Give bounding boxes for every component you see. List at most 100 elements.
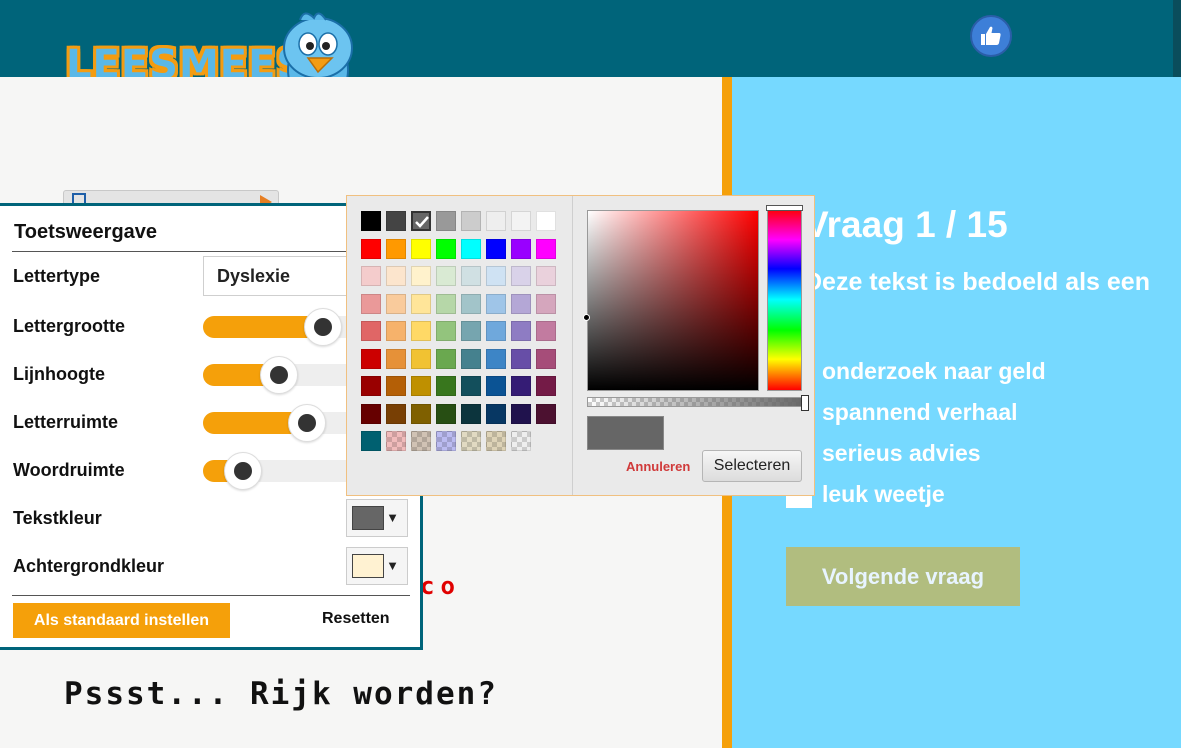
hue-slider[interactable] — [766, 205, 803, 391]
palette-swatch[interactable] — [361, 238, 381, 259]
answer-option[interactable]: onderzoek naar geld — [786, 358, 1046, 385]
palette-swatch[interactable] — [386, 403, 406, 424]
question-title: Vraag 1 / 15 — [804, 204, 1008, 245]
palette-swatch[interactable] — [486, 403, 506, 424]
palette-swatch[interactable] — [461, 348, 481, 369]
palette-swatch[interactable] — [536, 403, 556, 424]
next-question-button[interactable]: Volgende vraag — [786, 547, 1020, 606]
palette-swatch[interactable] — [461, 211, 481, 231]
palette-swatch[interactable] — [461, 266, 481, 286]
slider-knob[interactable] — [288, 404, 326, 442]
palette-swatch[interactable] — [361, 348, 381, 369]
reset-button[interactable]: Resetten — [322, 610, 390, 628]
palette-swatch[interactable] — [511, 266, 531, 286]
palette-swatch[interactable] — [361, 431, 381, 451]
palette-swatch[interactable] — [361, 376, 381, 396]
palette-swatch[interactable] — [436, 266, 456, 286]
select-button[interactable]: Selecteren — [702, 450, 802, 482]
palette-swatch[interactable] — [511, 348, 531, 369]
palette-swatch[interactable] — [511, 238, 531, 259]
palette-swatch[interactable] — [461, 431, 481, 451]
palette-swatch[interactable] — [436, 348, 456, 369]
palette-swatch[interactable] — [511, 431, 531, 451]
palette-swatch[interactable] — [411, 376, 431, 396]
slider-knob[interactable] — [224, 452, 262, 490]
answer-option[interactable]: serieus advies — [786, 440, 981, 467]
palette-swatch[interactable] — [411, 238, 431, 259]
palette-swatch[interactable] — [436, 321, 456, 341]
palette-swatch[interactable] — [486, 321, 506, 341]
palette-swatch[interactable] — [536, 321, 556, 341]
palette-swatch[interactable] — [536, 266, 556, 286]
palette-swatch[interactable] — [536, 293, 556, 314]
palette-swatch[interactable] — [461, 293, 481, 314]
palette-swatch[interactable] — [411, 348, 431, 369]
palette-swatch[interactable] — [386, 321, 406, 341]
palette-swatch[interactable] — [436, 211, 456, 231]
palette-swatch[interactable] — [361, 321, 381, 341]
palette-swatch[interactable] — [411, 293, 431, 314]
answer-option[interactable]: spannend verhaal — [786, 399, 1018, 426]
palette-swatch[interactable] — [386, 431, 406, 451]
palette-swatch[interactable] — [386, 376, 406, 396]
palette-swatch[interactable] — [511, 321, 531, 341]
question-text: Deze tekst is bedoeld als een — [804, 268, 1150, 296]
bg-color-picker-button[interactable]: ▼ — [346, 547, 408, 585]
alpha-handle[interactable] — [801, 395, 809, 411]
palette-swatch[interactable] — [386, 293, 406, 314]
top-bar-edge — [1173, 0, 1181, 77]
cancel-link[interactable]: Annuleren — [626, 459, 690, 474]
palette-swatch[interactable] — [461, 321, 481, 341]
palette-swatch[interactable] — [436, 403, 456, 424]
palette-swatch[interactable] — [486, 266, 506, 286]
palette-swatch[interactable] — [486, 293, 506, 314]
slider-knob[interactable] — [260, 356, 298, 394]
saturation-value-area[interactable] — [583, 210, 759, 391]
palette-swatch[interactable] — [536, 348, 556, 369]
palette-swatch[interactable] — [511, 293, 531, 314]
palette-swatch[interactable] — [461, 238, 481, 259]
palette-swatch[interactable] — [461, 403, 481, 424]
picker-separator — [572, 196, 573, 495]
palette-swatch[interactable] — [511, 376, 531, 396]
palette-swatch[interactable] — [411, 266, 431, 286]
slider-knob[interactable] — [304, 308, 342, 346]
palette-swatch[interactable] — [436, 293, 456, 314]
dropdown-arrow-icon: ▼ — [386, 510, 399, 525]
palette-swatch[interactable] — [386, 211, 406, 231]
palette-swatch[interactable] — [386, 238, 406, 259]
palette-swatch[interactable] — [461, 376, 481, 396]
text-color-picker-button[interactable]: ▼ — [346, 499, 408, 537]
set-default-button[interactable]: Als standaard instellen — [13, 603, 230, 638]
alpha-slider[interactable] — [587, 395, 809, 411]
bg-color-label: Achtergrondkleur — [13, 556, 165, 576]
palette-swatch[interactable] — [411, 321, 431, 341]
palette-swatch[interactable] — [511, 403, 531, 424]
palette-swatch[interactable] — [536, 211, 556, 231]
palette-swatch[interactable] — [386, 348, 406, 369]
palette-swatch[interactable] — [361, 293, 381, 314]
palette-swatch[interactable] — [511, 211, 531, 231]
palette-swatch[interactable] — [386, 266, 406, 286]
like-button[interactable] — [970, 15, 1012, 57]
palette-swatch[interactable] — [361, 211, 381, 231]
palette-swatch[interactable] — [411, 211, 431, 231]
palette-swatch[interactable] — [361, 403, 381, 424]
palette-swatch[interactable] — [411, 403, 431, 424]
palette-swatch[interactable] — [486, 211, 506, 231]
palette-swatch[interactable] — [436, 431, 456, 451]
palette-swatch[interactable] — [361, 266, 381, 286]
palette-swatch[interactable] — [486, 376, 506, 396]
palette-swatch[interactable] — [436, 376, 456, 396]
color-cursor[interactable] — [583, 314, 590, 321]
dropdown-arrow-icon: ▼ — [386, 558, 399, 573]
palette-swatch[interactable] — [536, 238, 556, 259]
palette-swatch[interactable] — [411, 431, 431, 451]
hue-handle[interactable] — [766, 205, 803, 211]
font-label: Lettertype — [13, 266, 101, 286]
palette-swatch[interactable] — [436, 238, 456, 259]
palette-swatch[interactable] — [486, 238, 506, 259]
palette-swatch[interactable] — [486, 348, 506, 369]
palette-swatch[interactable] — [536, 376, 556, 396]
palette-swatch[interactable] — [486, 431, 506, 451]
